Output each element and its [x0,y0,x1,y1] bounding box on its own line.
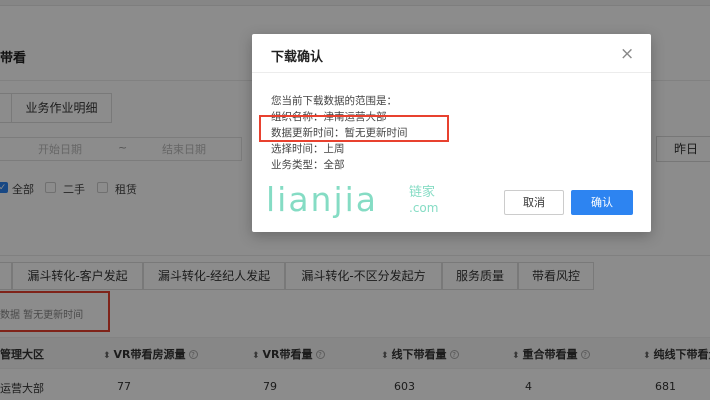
logo-wordmark: lianjia [266,180,378,218]
update-time-annotation [259,115,449,142]
logo-chinese: 链家 [409,184,435,200]
confirm-button[interactable]: 确认 [571,190,633,215]
info-time-range: 选择时间：上周 [271,143,345,155]
lianjia-logo: lianjia 链家 .com [266,180,438,218]
dialog-divider [252,72,651,73]
close-icon[interactable]: × [620,44,634,64]
download-confirm-dialog: 下载确认 × 您当前下载数据的范围是： 组织名称：津南运营大部 数据更新时间：暂… [252,34,651,232]
dialog-title: 下载确认 [271,50,324,65]
info-business-type: 业务类型：全部 [271,159,345,171]
info-scope-intro: 您当前下载数据的范围是： [271,95,397,107]
cancel-button[interactable]: 取消 [504,190,564,215]
logo-domain: .com [409,201,438,215]
